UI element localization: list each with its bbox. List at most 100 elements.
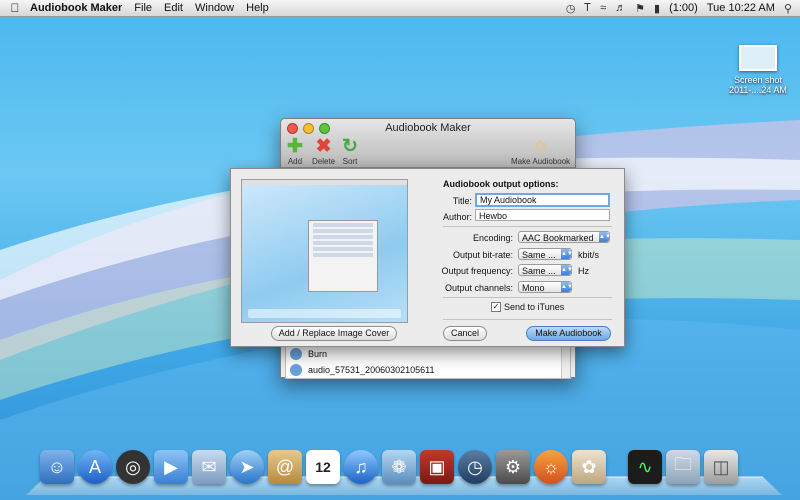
make-audiobook-toolbar-label: Make Audiobook (511, 157, 571, 166)
output-options-sheet: Add / Replace Image Cover Audiobook outp… (230, 168, 625, 347)
battery-icon[interactable]: ▮ (654, 2, 660, 15)
finder-icon[interactable]: ☺ (40, 450, 74, 484)
menu-app-name[interactable]: Audiobook Maker (30, 2, 122, 14)
list-item[interactable]: audio_57531_20060302105611 (286, 362, 570, 378)
separator (443, 297, 612, 298)
send-to-itunes-label: Send to iTunes (504, 302, 565, 312)
volume-icon[interactable]: ♬ (615, 2, 626, 14)
make-audiobook-toolbar-button[interactable]: ✿ Make Audiobook (511, 137, 570, 166)
channels-label: Output channels: (444, 283, 513, 293)
iphoto-icon[interactable]: ❁ (382, 450, 416, 484)
sort-label: Sort (342, 157, 358, 166)
desktop:  Audiobook Maker File Edit Window Help … (0, 0, 800, 500)
checkmark-icon[interactable]: ✓ (491, 302, 501, 312)
author-field[interactable]: Hewbo (475, 209, 610, 221)
ical-icon[interactable]: 12 (306, 450, 340, 484)
preview-dock (248, 309, 401, 318)
plus-icon: ✚ (287, 136, 303, 157)
address-book-icon[interactable]: @ (268, 450, 302, 484)
documents-folder-icon[interactable]: 🗀 (666, 450, 700, 484)
firefox-icon[interactable]: ☼ (534, 450, 568, 484)
send-to-itunes-checkbox[interactable]: ✓ Send to iTunes (491, 302, 564, 312)
bitrate-select[interactable]: Same ... ▲▼ (518, 248, 573, 260)
encoding-value: AAC Bookmarked (522, 233, 594, 243)
channels-value: Mono (522, 283, 545, 293)
preview-line (313, 235, 373, 239)
file-list[interactable]: Burn audio_57531_20060302105611 (285, 345, 571, 379)
title-label: Title: (452, 196, 472, 206)
dock: ☺ A ◎ ▶ ✉ ➤ @ 12 ♫ ❁ ▣ ◷ ⚙ ☼ ✿ ∿ 🗀 ◫ (26, 444, 782, 496)
ical-day: 12 (315, 459, 331, 475)
add-label: Add (287, 157, 303, 166)
select-arrows-icon: ▲▼ (599, 232, 611, 242)
list-item[interactable]: Burn (286, 346, 570, 362)
activity-monitor-icon[interactable]: ∿ (628, 450, 662, 484)
select-arrows-icon: ▲▼ (561, 282, 573, 292)
preview-line (313, 241, 373, 245)
audiobook-maker-icon[interactable]: ✿ (572, 450, 606, 484)
desktop-screenshot-file[interactable]: Screen shot 2011-....24 AM (726, 45, 790, 95)
safari-icon[interactable]: ➤ (230, 450, 264, 484)
cover-image-preview (241, 179, 408, 323)
options-heading: Audiobook output options: (443, 179, 559, 189)
bitrate-value: Same ... (522, 250, 556, 260)
audio-file-icon (290, 364, 302, 376)
list-scrollbar[interactable] (561, 346, 570, 378)
menu-help[interactable]: Help (246, 2, 269, 14)
bitrate-label: Output bit-rate: (452, 250, 513, 260)
audiobook-flower-icon: ✿ (534, 138, 547, 155)
preview-line (313, 247, 373, 251)
screenshot-thumbnail-icon (739, 45, 777, 71)
menu-edit[interactable]: Edit (164, 2, 183, 14)
separator (443, 319, 612, 320)
desktop-icon-label-1: Screen shot (733, 75, 783, 85)
mail-icon[interactable]: ✉ (192, 450, 226, 484)
frequency-select[interactable]: Same ... ▲▼ (518, 264, 573, 276)
time-machine-icon[interactable]: ◷ (458, 450, 492, 484)
trash-icon[interactable]: ◫ (704, 450, 738, 484)
make-audiobook-button[interactable]: Make Audiobook (526, 326, 611, 341)
bitrate-unit: kbit/s (578, 250, 600, 260)
window-title: Audiobook Maker (385, 122, 471, 134)
bluetooth-icon[interactable]: Ꭲ (584, 2, 591, 15)
app-store-icon[interactable]: A (78, 450, 112, 484)
list-item-label: Burn (308, 349, 328, 359)
battery-time[interactable]: (1:00) (669, 2, 698, 14)
add-replace-cover-button[interactable]: Add / Replace Image Cover (271, 326, 397, 341)
preview-menubar (242, 180, 407, 185)
facetime-icon[interactable]: ▶ (154, 450, 188, 484)
channels-select[interactable]: Mono ▲▼ (518, 281, 573, 293)
frequency-value: Same ... (522, 266, 556, 276)
dashboard-icon[interactable]: ◎ (116, 450, 150, 484)
preview-line (313, 229, 373, 233)
apple-menu-icon[interactable]:  (0, 1, 30, 15)
delete-x-icon: ✖ (315, 136, 332, 157)
dock-icons: ☺ A ◎ ▶ ✉ ➤ @ 12 ♫ ❁ ▣ ◷ ⚙ ☼ ✿ ∿ 🗀 ◫ (40, 450, 738, 484)
select-arrows-icon: ▲▼ (561, 249, 573, 259)
delete-button[interactable]: ✖ Delete (312, 136, 335, 167)
audio-file-icon (290, 348, 302, 360)
cancel-button[interactable]: Cancel (443, 326, 487, 341)
add-button[interactable]: ✚ Add (287, 136, 303, 167)
menu-file[interactable]: File (134, 2, 152, 14)
photo-booth-icon[interactable]: ▣ (420, 450, 454, 484)
list-item-label: audio_57531_20060302105611 (308, 365, 435, 375)
spotlight-search-icon[interactable]: ⚲ (784, 2, 792, 15)
itunes-icon[interactable]: ♫ (344, 450, 378, 484)
menu-bar:  Audiobook Maker File Edit Window Help … (0, 0, 800, 17)
encoding-select[interactable]: AAC Bookmarked ▲▼ (518, 231, 611, 243)
sort-button[interactable]: ↻ Sort (342, 137, 358, 167)
title-field[interactable]: My Audiobook (475, 193, 610, 207)
preview-line (313, 253, 373, 257)
wifi-icon[interactable]: ≈ (600, 2, 606, 14)
flag-icon[interactable]: ⚑ (635, 2, 645, 15)
author-label: Author: (442, 212, 472, 222)
system-preferences-icon[interactable]: ⚙ (496, 450, 530, 484)
clock[interactable]: Tue 10:22 AM (707, 2, 775, 14)
time-machine-menu-icon[interactable]: ◷ (566, 2, 576, 15)
frequency-unit: Hz (578, 266, 589, 276)
menu-window[interactable]: Window (195, 2, 234, 14)
desktop-icon-label-2: 2011-....24 AM (729, 85, 787, 95)
encoding-label: Encoding: (472, 233, 513, 243)
preview-line (313, 223, 373, 227)
